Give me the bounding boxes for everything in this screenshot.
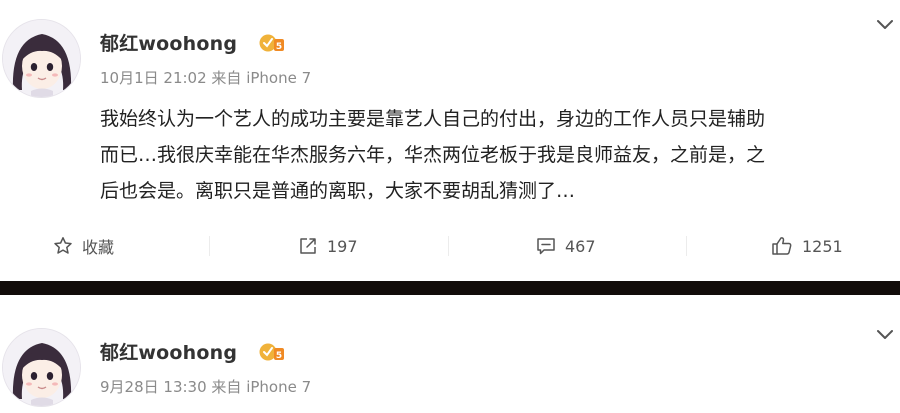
comment-icon [537, 238, 555, 255]
weibo-post: 郁红woohong 9月28日 13:30 来自 iPhone 7 [0, 295, 900, 413]
avatar-image [3, 20, 80, 97]
thumbs-up-icon [772, 237, 792, 255]
avatar[interactable] [2, 328, 81, 407]
username[interactable]: 郁红woohong [100, 29, 237, 56]
vip-badge-icon[interactable]: 5 [259, 32, 285, 54]
content-line: 而已…我很庆幸能在华杰服务六年，华杰两位老板于我是良师益友，之前是，之 [100, 144, 766, 166]
favorite-label: 收藏 [82, 238, 115, 257]
star-icon [54, 237, 72, 254]
post-meta: 10月1日 21:02 来自 iPhone 7 [100, 67, 311, 88]
favorite-button[interactable]: 收藏 [53, 222, 114, 270]
post-meta: 9月28日 13:30 来自 iPhone 7 [100, 376, 311, 397]
post-content: 我始终认为一个艺人的成功主要是靠艺人自己的付出，身边的工作人员只是辅助 而已…我… [100, 101, 890, 209]
comment-count: 467 [565, 236, 596, 256]
repost-button[interactable]: 197 [298, 222, 358, 270]
avatar-image [3, 329, 80, 406]
post-date[interactable]: 9月28日 13:30 [100, 378, 207, 396]
post-source: 来自 iPhone 7 [211, 378, 312, 396]
avatar[interactable] [2, 19, 81, 98]
svg-text:5: 5 [276, 351, 282, 361]
chevron-down-icon[interactable] [876, 19, 894, 31]
username[interactable]: 郁红woohong [100, 338, 237, 365]
weibo-post: 郁红woohong 5 10月1日 21:02 来自 iPhone 7 我始终认… [0, 0, 900, 281]
comment-button[interactable]: 467 [536, 222, 596, 270]
like-button[interactable]: 1251 [771, 222, 843, 270]
action-separator [209, 236, 210, 256]
vip-badge-icon[interactable]: 5 [259, 341, 285, 363]
post-source: 来自 iPhone 7 [211, 69, 312, 87]
content-line: 我始终认为一个艺人的成功主要是靠艺人自己的付出，身边的工作人员只是辅助 [100, 108, 766, 130]
repost-count: 197 [327, 236, 358, 256]
post-divider [0, 281, 900, 295]
like-count: 1251 [802, 236, 843, 256]
action-separator [448, 236, 449, 256]
content-line: 后也会是。离职只是普通的离职，大家不要胡乱猜测了… [100, 180, 576, 202]
svg-text:5: 5 [276, 42, 282, 52]
chevron-down-icon[interactable] [876, 329, 894, 341]
action-bar: 收藏 197 467 1251 [0, 222, 900, 270]
action-separator [686, 236, 687, 256]
repost-icon [300, 238, 316, 254]
post-date[interactable]: 10月1日 21:02 [100, 69, 207, 87]
